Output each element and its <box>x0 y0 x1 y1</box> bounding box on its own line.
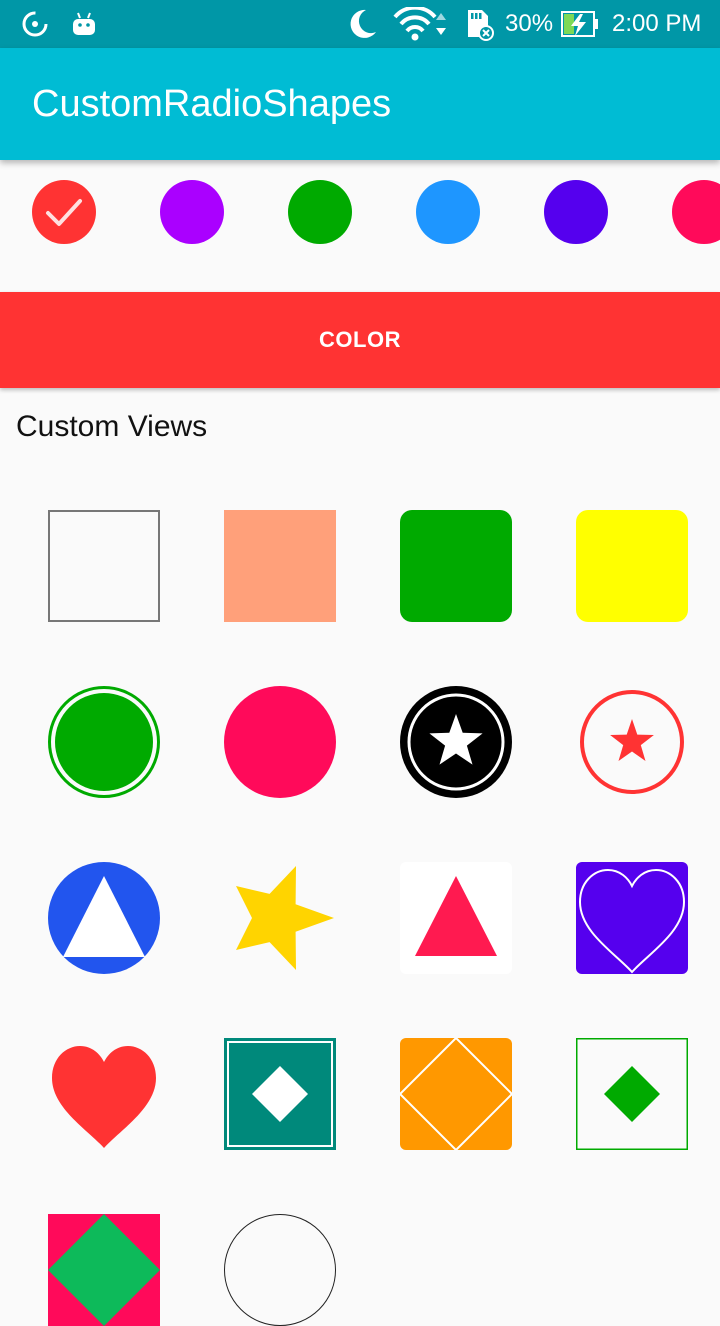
moon-icon <box>344 0 380 48</box>
sd-card-icon <box>462 0 496 48</box>
color-radio-group <box>0 160 720 270</box>
rounded-square-shape[interactable] <box>400 510 512 622</box>
triangle-in-square-shape[interactable] <box>400 862 512 974</box>
color-option-blue[interactable] <box>416 180 480 244</box>
triangle-in-circle-shape[interactable] <box>48 862 160 974</box>
outlined-circle-shape[interactable] <box>224 1214 336 1326</box>
diamond-on-square-shape[interactable] <box>48 1214 160 1326</box>
battery-charging-icon <box>560 0 600 48</box>
android-icon <box>70 0 98 48</box>
diamond-icon <box>604 1066 660 1122</box>
status-bar: 30% 2:00 PM <box>0 0 720 48</box>
color-option-red[interactable] <box>32 180 96 244</box>
rounded-square-shape[interactable] <box>576 510 688 622</box>
filled-circle-shape[interactable] <box>224 686 336 798</box>
app-bar: CustomRadioShapes <box>0 48 720 160</box>
ringed-circle-shape[interactable] <box>48 686 160 798</box>
star-shape[interactable] <box>224 862 336 974</box>
data-saver-icon <box>20 0 50 48</box>
color-option-pink[interactable] <box>672 180 720 244</box>
check-icon <box>46 199 82 226</box>
clock: 2:00 PM <box>612 10 702 37</box>
diamond-outline-square-shape[interactable] <box>400 1038 512 1150</box>
diamond-in-outlined-square-shape[interactable] <box>576 1038 688 1150</box>
color-button[interactable]: COLOR <box>0 292 720 388</box>
color-option-purple[interactable] <box>160 180 224 244</box>
star-icon <box>610 719 654 761</box>
heart-shape[interactable] <box>48 1038 160 1150</box>
app-title: CustomRadioShapes <box>32 83 392 125</box>
color-option-green[interactable] <box>288 180 352 244</box>
outlined-square-shape[interactable] <box>48 510 160 622</box>
star-in-circle-shape[interactable] <box>400 686 512 798</box>
custom-views-title: Custom Views <box>16 410 208 443</box>
star-in-ring-shape[interactable] <box>576 686 688 798</box>
heart-in-square-shape[interactable] <box>576 862 688 974</box>
diamond-in-square-shape[interactable] <box>224 1038 336 1150</box>
wifi-icon <box>393 0 451 48</box>
battery-percent: 30% <box>505 10 554 37</box>
color-option-indigo[interactable] <box>544 180 608 244</box>
filled-square-shape[interactable] <box>224 510 336 622</box>
